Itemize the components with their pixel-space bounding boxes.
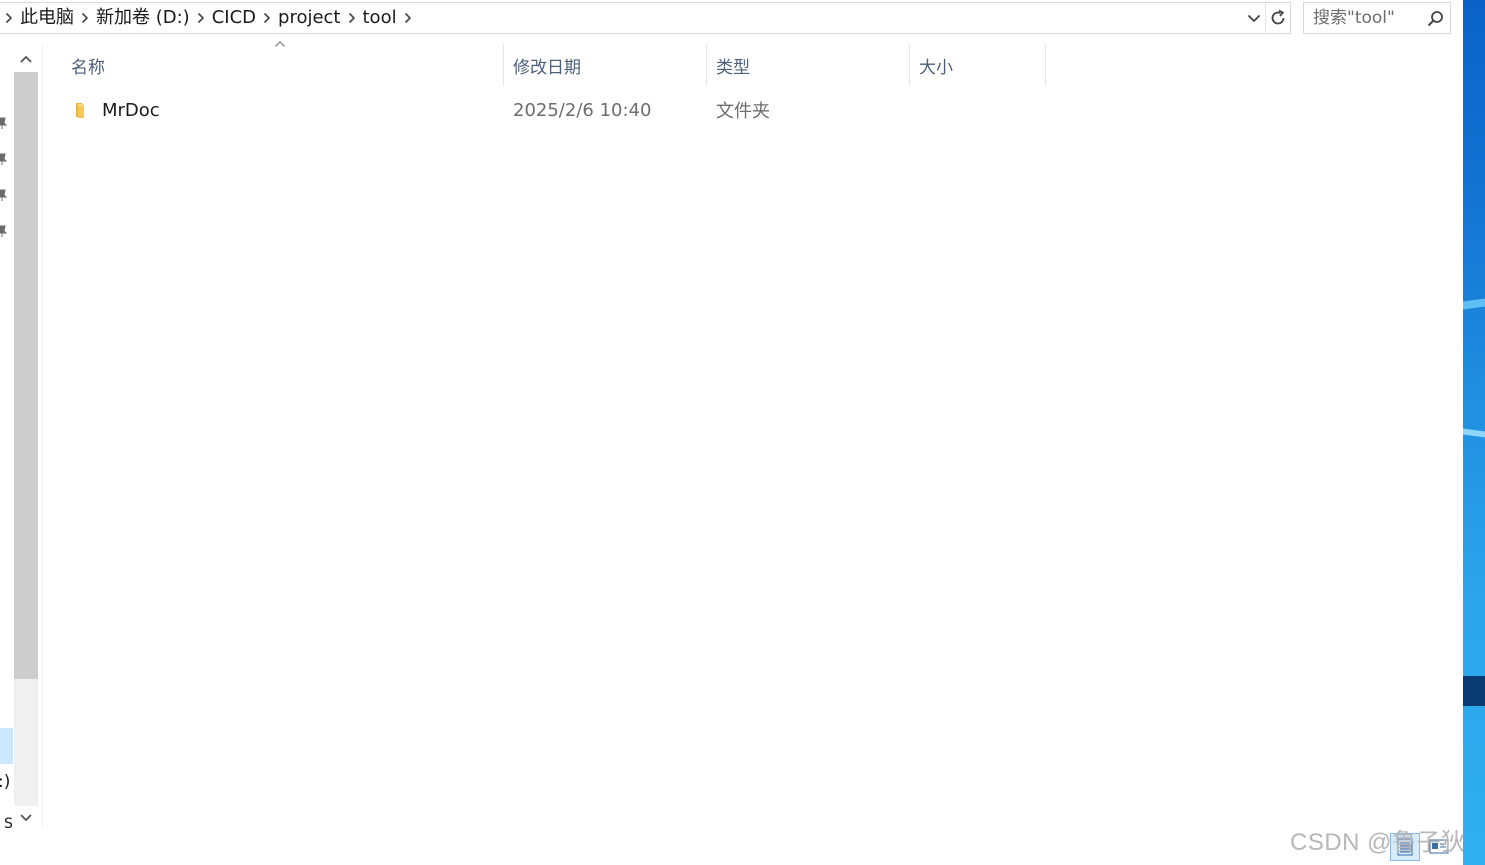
chevron-down-icon bbox=[1247, 14, 1261, 22]
chevron-right-icon[interactable] bbox=[0, 12, 18, 24]
folder-icon bbox=[72, 92, 92, 128]
nav-scroll-up-button[interactable] bbox=[14, 46, 38, 72]
address-history-dropdown[interactable] bbox=[1243, 3, 1265, 33]
file-name: MrDoc bbox=[102, 99, 160, 121]
chevron-right-icon[interactable] bbox=[258, 12, 276, 24]
refresh-button[interactable] bbox=[1265, 3, 1290, 33]
column-headers: 名称 修改日期 类型 大小 bbox=[60, 41, 1046, 86]
column-header-modified[interactable]: 修改日期 bbox=[504, 44, 707, 86]
chevron-right-icon[interactable] bbox=[76, 12, 94, 24]
pin-icon bbox=[0, 189, 8, 201]
watermark-text: CSDN @鲁子狄 bbox=[1290, 829, 1466, 856]
chevron-down-icon bbox=[20, 814, 32, 822]
file-modified: 2025/2/6 10:40 bbox=[513, 99, 652, 121]
file-list-item[interactable]: MrDoc 2025/2/6 10:40 文件夹 bbox=[62, 92, 1048, 128]
pin-icon bbox=[0, 153, 8, 165]
breadcrumb-tool[interactable]: tool bbox=[361, 2, 399, 34]
pane-divider[interactable] bbox=[42, 44, 43, 828]
nav-scrollbar-thumb[interactable] bbox=[14, 72, 38, 679]
status-bar bbox=[0, 830, 1463, 865]
wallpaper-dark-band bbox=[1463, 676, 1485, 706]
search-input[interactable] bbox=[1313, 8, 1423, 28]
chevron-up-icon bbox=[20, 55, 32, 63]
sort-ascending-icon bbox=[275, 41, 285, 47]
search-icon[interactable] bbox=[1423, 10, 1447, 27]
column-header-type[interactable]: 类型 bbox=[707, 44, 910, 86]
column-header-size[interactable]: 大小 bbox=[910, 44, 1046, 86]
navigation-pane[interactable]: :) S bbox=[0, 36, 42, 832]
nav-scrollbar-track[interactable] bbox=[14, 679, 38, 806]
nav-item-selected[interactable] bbox=[0, 728, 13, 764]
column-header-name[interactable]: 名称 bbox=[60, 41, 504, 86]
breadcrumb-project[interactable]: project bbox=[276, 2, 342, 34]
file-type: 文件夹 bbox=[716, 101, 770, 122]
breadcrumb-cicd[interactable]: CICD bbox=[210, 2, 258, 34]
chevron-right-icon[interactable] bbox=[399, 12, 417, 24]
nav-item-drive-label[interactable]: :) bbox=[0, 772, 10, 792]
pin-icon bbox=[0, 225, 8, 237]
nav-scroll-down-button[interactable] bbox=[14, 806, 38, 830]
refresh-icon bbox=[1271, 9, 1285, 25]
chevron-right-icon[interactable] bbox=[343, 12, 361, 24]
breadcrumb-this-pc[interactable]: 此电脑 bbox=[18, 2, 76, 34]
column-header-size-label: 大小 bbox=[919, 57, 953, 78]
search-box[interactable] bbox=[1303, 2, 1451, 34]
breadcrumb: 此电脑 新加卷 (D:) CICD project tool bbox=[0, 3, 1243, 33]
column-header-type-label: 类型 bbox=[716, 57, 750, 78]
column-header-name-label: 名称 bbox=[71, 57, 105, 78]
address-bar[interactable]: 此电脑 新加卷 (D:) CICD project tool bbox=[0, 2, 1291, 34]
breadcrumb-drive-d[interactable]: 新加卷 (D:) bbox=[94, 2, 192, 34]
chevron-right-icon[interactable] bbox=[192, 12, 210, 24]
pin-icon bbox=[0, 117, 8, 129]
column-header-modified-label: 修改日期 bbox=[513, 57, 581, 78]
